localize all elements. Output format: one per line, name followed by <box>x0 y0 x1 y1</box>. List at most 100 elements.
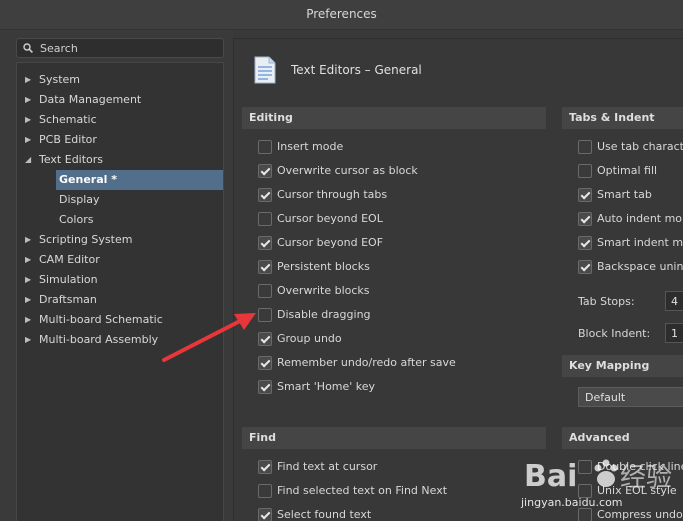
tree-item-general[interactable]: General * <box>56 170 223 190</box>
tree-item-label: Colors <box>59 213 94 226</box>
tree-item-colors[interactable]: Colors <box>17 210 223 230</box>
tree-item-label: Display <box>59 193 100 206</box>
option-label: Optimal fill <box>597 164 658 177</box>
chevron-down-icon[interactable]: ◢ <box>25 155 35 165</box>
checkbox-unchecked[interactable] <box>578 140 592 154</box>
option-label: Cursor beyond EOF <box>277 236 384 249</box>
checkbox-unchecked[interactable] <box>258 140 272 154</box>
block-indent-input[interactable]: 1 <box>665 323 683 343</box>
checkbox-unchecked[interactable] <box>258 212 272 226</box>
chevron-right-icon[interactable]: ▶ <box>25 75 35 85</box>
tree-item-system[interactable]: ▶ System <box>17 70 223 90</box>
tree-item-label: Data Management <box>39 93 142 106</box>
tree-item-label: Simulation <box>39 273 98 286</box>
option-label: Auto indent mo <box>597 212 683 225</box>
section-header: Find <box>242 427 546 449</box>
chevron-right-icon[interactable]: ▶ <box>25 235 35 245</box>
chevron-right-icon[interactable]: ▶ <box>25 335 35 345</box>
tree-item-cam-editor[interactable]: ▶ CAM Editor <box>17 250 223 270</box>
chevron-right-icon[interactable]: ▶ <box>25 315 35 325</box>
preferences-tree: ▶ System ▶ Data Management ▶ Schematic ▶… <box>16 62 224 521</box>
tree-item-data-management[interactable]: ▶ Data Management <box>17 90 223 110</box>
checkbox-checked[interactable] <box>578 188 592 202</box>
tree-item-pcb-editor[interactable]: ▶ PCB Editor <box>17 130 223 150</box>
section-title: Key Mapping <box>569 359 650 372</box>
window-title: Preferences <box>306 7 377 21</box>
watermark-text: jingyan.baidu.com <box>521 496 623 509</box>
page-title: Text Editors – General <box>291 63 422 77</box>
chevron-right-icon[interactable]: ▶ <box>25 115 35 125</box>
search-label: Search <box>40 42 78 55</box>
search-input[interactable]: Search <box>16 38 224 58</box>
key-mapping-select[interactable]: Default <box>578 387 683 407</box>
search-icon <box>23 43 33 53</box>
option-label: Find selected text on Find Next <box>277 484 448 497</box>
find-section: Find <box>242 427 546 449</box>
checkbox-checked[interactable] <box>578 236 592 250</box>
checkbox-unchecked[interactable] <box>258 308 272 322</box>
checkbox-checked[interactable] <box>258 236 272 250</box>
option-label: Backspace unind <box>597 260 683 273</box>
tree-item-label: General * <box>59 173 117 186</box>
option-label: Cursor through tabs <box>277 188 388 201</box>
section-header: Editing <box>242 107 546 129</box>
baidu-watermark-logo: Bai 经验 <box>524 459 672 494</box>
chevron-right-icon[interactable]: ▶ <box>25 275 35 285</box>
chevron-right-icon[interactable]: ▶ <box>25 95 35 105</box>
tree-item-schematic[interactable]: ▶ Schematic <box>17 110 223 130</box>
title-bar: Preferences <box>0 0 683 30</box>
tree-item-label: Multi-board Assembly <box>39 333 159 346</box>
option-label: Find text at cursor <box>277 460 378 473</box>
section-title: Tabs & Indent <box>569 111 655 124</box>
option-label: Smart tab <box>597 188 652 201</box>
key-mapping-section: Key Mapping <box>562 355 683 377</box>
option-label: Use tab characte <box>597 140 683 153</box>
section-header: Tabs & Indent <box>562 107 683 129</box>
checkbox-checked[interactable] <box>258 460 272 474</box>
checkbox-unchecked[interactable] <box>578 164 592 178</box>
checkbox-checked[interactable] <box>258 260 272 274</box>
option-label: Persistent blocks <box>277 260 370 273</box>
option-label: Overwrite blocks <box>277 284 370 297</box>
section-header: Key Mapping <box>562 355 683 377</box>
checkbox-unchecked[interactable] <box>258 284 272 298</box>
tree-item-label: Schematic <box>39 113 97 126</box>
section-title: Find <box>249 431 276 444</box>
option-label: Remember undo/redo after save <box>277 356 456 369</box>
chevron-right-icon[interactable]: ▶ <box>25 295 35 305</box>
checkbox-checked[interactable] <box>578 260 592 274</box>
checkbox-unchecked[interactable] <box>258 484 272 498</box>
tree-item-label: Text Editors <box>39 153 104 166</box>
tree-item-simulation[interactable]: ▶ Simulation <box>17 270 223 290</box>
option-label: Smart indent mo <box>597 236 683 249</box>
checkbox-checked[interactable] <box>258 380 272 394</box>
tab-stops-input[interactable]: 4 <box>665 291 683 311</box>
document-icon <box>254 56 276 84</box>
tree-item-scripting-system[interactable]: ▶ Scripting System <box>17 230 223 250</box>
tree-item-label: PCB Editor <box>39 133 97 146</box>
option-label: Disable dragging <box>277 308 371 321</box>
section-title: Advanced <box>569 431 630 444</box>
option-label: Cursor beyond EOL <box>277 212 383 225</box>
checkbox-checked[interactable] <box>258 356 272 370</box>
option-label: Group undo <box>277 332 342 345</box>
chevron-right-icon[interactable]: ▶ <box>25 135 35 145</box>
option-label: Select found text <box>277 508 372 521</box>
tree-item-label: CAM Editor <box>39 253 100 266</box>
checkbox-checked[interactable] <box>258 188 272 202</box>
tree-item-label: System <box>39 73 81 86</box>
tree-item-display[interactable]: Display <box>17 190 223 210</box>
tree-item-label: Multi-board Schematic <box>39 313 163 326</box>
svg-text:Bai: Bai <box>524 459 577 494</box>
block-indent-label: Block Indent: <box>578 327 651 340</box>
tree-item-draftsman[interactable]: ▶ Draftsman <box>17 290 223 310</box>
chevron-right-icon[interactable]: ▶ <box>25 255 35 265</box>
option-label: Insert mode <box>277 140 344 153</box>
tab-stops-label: Tab Stops: <box>578 295 635 308</box>
tree-item-text-editors[interactable]: ◢ Text Editors <box>17 150 223 170</box>
checkbox-checked[interactable] <box>258 164 272 178</box>
checkbox-checked[interactable] <box>578 212 592 226</box>
checkbox-checked[interactable] <box>258 332 272 346</box>
checkbox-checked[interactable] <box>258 508 272 521</box>
tree-item-label: Scripting System <box>39 233 133 246</box>
